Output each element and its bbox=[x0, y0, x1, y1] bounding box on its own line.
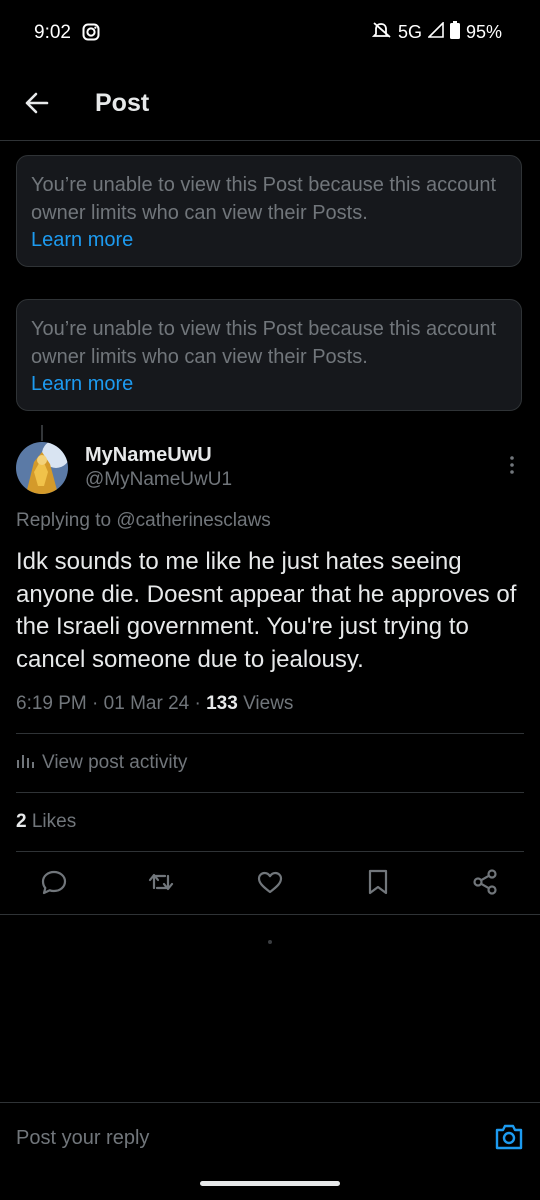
bookmark-icon[interactable] bbox=[364, 868, 392, 896]
view-post-activity-label: View post activity bbox=[42, 752, 188, 773]
divider bbox=[16, 733, 524, 734]
more-options-icon[interactable] bbox=[504, 454, 520, 476]
home-indicator[interactable] bbox=[200, 1181, 340, 1186]
status-time: 9:02 bbox=[34, 22, 71, 43]
author-handle[interactable]: @MyNameUwU1 bbox=[85, 469, 232, 491]
battery-icon bbox=[449, 21, 460, 44]
battery-level: 95% bbox=[465, 22, 502, 42]
top-app-bar: Post bbox=[0, 64, 540, 141]
instagram-icon bbox=[82, 23, 100, 46]
loading-indicator bbox=[268, 940, 272, 944]
post-date: 01 Mar 24 bbox=[103, 693, 190, 714]
view-post-activity[interactable]: View post activity bbox=[16, 752, 187, 774]
post-actions bbox=[0, 852, 540, 915]
replying-to-handle[interactable]: @catherinesclaws bbox=[116, 510, 270, 531]
notice-text: You’re unable to view this Post because … bbox=[31, 318, 497, 368]
learn-more-link[interactable]: Learn more bbox=[31, 371, 507, 399]
post-time: 6:19 PM bbox=[16, 693, 87, 714]
repost-icon[interactable] bbox=[147, 868, 175, 896]
likes-count[interactable]: 2 Likes bbox=[16, 811, 76, 833]
restricted-post-notice: You’re unable to view this Post because … bbox=[16, 155, 522, 267]
like-heart-icon[interactable] bbox=[256, 868, 284, 896]
avatar[interactable] bbox=[16, 442, 68, 494]
learn-more-link[interactable]: Learn more bbox=[31, 227, 507, 255]
replying-to: Replying to @catherinesclaws bbox=[16, 510, 271, 532]
share-icon[interactable] bbox=[471, 868, 499, 896]
post-meta: 6:19 PM · 01 Mar 24 · 133 Views bbox=[16, 693, 294, 714]
signal-icon bbox=[427, 21, 444, 43]
replying-prefix: Replying to bbox=[16, 510, 112, 531]
notice-text: You’re unable to view this Post because … bbox=[31, 174, 497, 224]
reply-icon[interactable] bbox=[40, 868, 68, 896]
reply-input[interactable] bbox=[16, 1127, 416, 1150]
likes-number: 2 bbox=[16, 811, 27, 832]
views-label: Views bbox=[243, 693, 294, 714]
back-arrow-icon[interactable] bbox=[22, 88, 52, 118]
status-bar: 9:02 5G 95% bbox=[0, 0, 540, 64]
likes-label: Likes bbox=[31, 811, 77, 832]
thread-connector bbox=[41, 425, 43, 441]
restricted-post-notice: You’re unable to view this Post because … bbox=[16, 299, 522, 411]
reply-bar bbox=[0, 1102, 540, 1163]
page-title: Post bbox=[95, 89, 150, 117]
author-name[interactable]: MyNameUwU bbox=[85, 444, 212, 467]
post-text: Idk sounds to me like he just hates seei… bbox=[16, 548, 517, 673]
mute-icon bbox=[371, 21, 392, 44]
analytics-icon bbox=[16, 752, 34, 774]
camera-icon[interactable] bbox=[494, 1123, 524, 1151]
views-count: 133 bbox=[206, 693, 238, 714]
network-label: 5G bbox=[397, 22, 422, 42]
divider bbox=[16, 792, 524, 793]
